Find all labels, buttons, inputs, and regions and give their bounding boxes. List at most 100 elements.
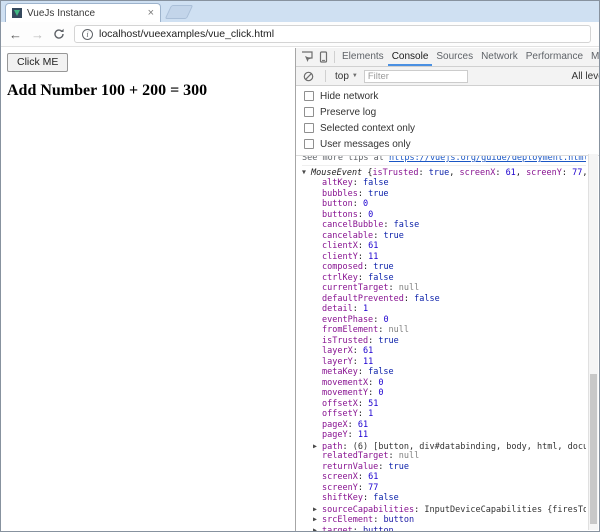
property-value: true [368,189,388,199]
property-key: path [322,442,342,452]
property-key: cancelable [322,231,373,241]
console-option-selected-context-only[interactable]: Selected context only [296,120,599,136]
expand-icon[interactable]: ▶ [313,514,322,525]
devtools-tab-console[interactable]: Console [388,48,433,66]
page-info-icon[interactable]: i [82,29,93,40]
option-label: Selected context only [320,123,415,134]
property-value: 11 [363,357,373,367]
property-key: pageY [322,430,348,440]
property-value: 51 [368,399,378,409]
property-row-cancelBubble: cancelBubble: false [302,220,586,231]
logged-object-header[interactable]: ▼MouseEvent {isTrusted: true, screenX: 6… [302,167,586,179]
property-value: true [429,168,449,178]
user-messages-only-checkbox[interactable] [304,139,314,149]
tab-title: VueJs Instance [27,8,143,19]
property-value: button [383,515,414,525]
click-me-button[interactable]: Click ME [7,53,68,72]
property-row-metaKey: metaKey: false [302,367,586,378]
url-text[interactable]: localhost/vueexamples/vue_click.html [99,28,274,40]
property-value: false [368,273,394,283]
property-key: returnValue [322,462,378,472]
property-row-currentTarget: currentTarget: null [302,283,586,294]
address-bar[interactable]: i localhost/vueexamples/vue_click.html [74,25,591,43]
property-value: 61 [506,168,516,178]
devtools-tab-performance[interactable]: Performance [522,48,587,66]
property-key: currentTarget [322,283,389,293]
property-value: 0 [363,199,368,209]
execution-context-selector[interactable]: top ▼ [335,71,358,82]
property-key: clientY [322,252,358,262]
selected-context-only-checkbox[interactable] [304,123,314,133]
toolbar-separator [325,70,326,82]
property-key: eventPhase [322,315,373,325]
property-row-detail: detail: 1 [302,304,586,315]
property-value: false [368,367,394,377]
console-filter-input[interactable] [364,70,468,83]
property-row-target[interactable]: ▶target: button [302,525,586,532]
console-option-preserve-log[interactable]: Preserve log [296,104,599,120]
console-scrollbar[interactable] [588,154,598,530]
console-log: See more tips at https://vuejs.org/guide… [296,156,599,531]
tips-text: See more tips at [302,156,389,163]
property-row-screenX: screenX: 61 [302,472,586,483]
device-toolbar-icon[interactable] [315,48,331,66]
tips-link[interactable]: https://vuejs.org/guide/deployment.html [389,156,586,163]
property-row-shiftKey: shiftKey: false [302,493,586,504]
property-key: cancelBubble [322,220,383,230]
devtools-tabs: ElementsConsoleSourcesNetworkPerformance… [338,48,599,66]
property-row-buttons: buttons: 0 [302,210,586,221]
property-key: movementX [322,378,368,388]
collapse-icon[interactable]: ▼ [302,167,311,178]
property-value: button [363,526,394,532]
property-value: true [373,262,393,272]
console-option-user-messages-only[interactable]: User messages only [296,136,599,152]
devtools-tab-memory[interactable]: Memory [587,48,599,66]
property-row-sourceCapabilities[interactable]: ▶sourceCapabilities: InputDeviceCapabili… [302,504,586,515]
inspect-element-icon[interactable] [299,48,315,66]
property-row-isTrusted: isTrusted: true [302,336,586,347]
new-tab-button[interactable] [165,5,194,19]
devtools-tab-sources[interactable]: Sources [432,48,477,66]
property-value: null [389,325,409,335]
property-row-srcElement[interactable]: ▶srcElement: button [302,514,586,525]
browser-tab[interactable]: VueJs Instance × [5,3,161,22]
property-key: screenY [322,483,358,493]
property-row-altKey: altKey: false [302,178,586,189]
console-options: Hide networkPreserve log Selected context… [296,86,599,156]
property-key: relatedTarget [322,451,389,461]
scrollbar-thumb[interactable] [590,374,597,524]
property-row-composed: composed: true [302,262,586,273]
property-value: 77 [572,168,582,178]
log-level-selector[interactable]: All levels [572,71,599,82]
property-row-path[interactable]: ▶path: (6) [button, div#databinding, bod… [302,441,586,452]
property-key: offsetY [322,409,358,419]
expand-icon[interactable]: ▶ [313,441,322,452]
property-key: layerY [322,357,353,367]
property-key: screenX [322,472,358,482]
preserve-log-checkbox[interactable] [304,107,314,117]
object-preview: {isTrusted: true, screenX: 61, screenY: … [367,168,586,178]
devtools-tab-elements[interactable]: Elements [338,48,388,66]
devtools-tab-network[interactable]: Network [477,48,522,66]
property-value: (6) [button, div#databinding, body, html… [353,442,586,452]
expand-icon[interactable]: ▶ [313,504,322,515]
hide-network-checkbox[interactable] [304,91,314,101]
property-key: shiftKey [322,493,363,503]
tab-close-icon[interactable]: × [148,8,154,18]
property-row-offsetX: offsetX: 51 [302,399,586,410]
property-value: true [389,462,409,472]
property-key: layerX [322,346,353,356]
property-key: screenY [526,168,562,178]
reload-icon[interactable] [53,28,65,40]
clear-console-icon[interactable] [300,67,316,85]
expand-icon[interactable]: ▶ [313,525,322,532]
navigation-toolbar: ← → i localhost/vueexamples/vue_click.ht… [1,22,599,47]
property-key: detail [322,304,353,314]
console-option-hide-network[interactable]: Hide network [296,88,599,104]
property-row-pageX: pageX: 61 [302,420,586,431]
back-icon[interactable]: ← [9,28,22,41]
property-row-relatedTarget: relatedTarget: null [302,451,586,462]
forward-icon: → [31,28,44,41]
property-key: buttons [322,210,358,220]
property-value: 77 [368,483,378,493]
